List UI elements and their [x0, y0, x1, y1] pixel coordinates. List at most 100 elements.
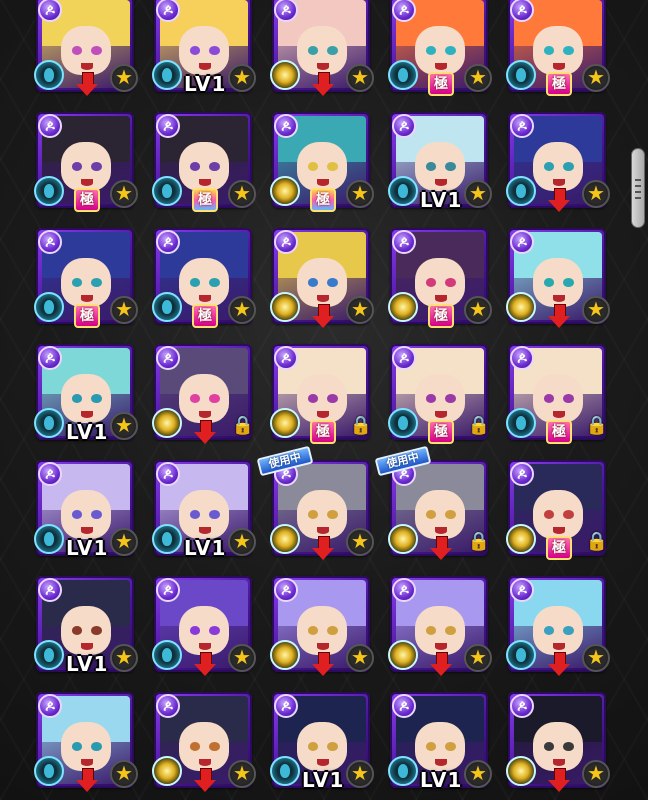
gauge-icon	[152, 176, 182, 206]
character-card[interactable]: ዾ ★	[152, 576, 256, 676]
flame-icon	[44, 68, 54, 82]
portrait-mouth	[80, 179, 94, 186]
character-card[interactable]: ዾ ★	[270, 576, 374, 676]
star-icon: ★	[464, 644, 492, 672]
character-card[interactable]: ዾ LV1 ★	[388, 692, 492, 792]
character-card[interactable]: ዾ ★	[152, 692, 256, 792]
star-icon: ★	[228, 180, 256, 208]
element-icon: ዾ	[38, 230, 62, 254]
down-arrow-icon	[194, 768, 216, 794]
flame-icon	[398, 416, 408, 430]
portrait-eye	[209, 625, 220, 635]
character-card[interactable]: ዾ LV1 ★	[152, 0, 256, 96]
portrait-mouth	[552, 759, 566, 766]
star-icon: ★	[582, 644, 610, 672]
character-card[interactable]: ዾ 極 ★	[270, 112, 374, 212]
flame-icon	[44, 416, 54, 430]
character-card[interactable]: ዾ 極 ★	[388, 0, 492, 96]
element-icon: ዾ	[392, 230, 416, 254]
character-card[interactable]: ዾ 🔒 使用中	[374, 445, 490, 560]
portrait-mouth	[198, 759, 212, 766]
scrollbar-thumb[interactable]	[631, 148, 645, 228]
flame-icon	[44, 184, 54, 198]
portrait-mouth	[434, 411, 448, 418]
gauge-icon	[152, 60, 182, 90]
character-card[interactable]: ዾ 🔒	[152, 344, 254, 444]
character-card[interactable]: ዾ 極 ★	[34, 112, 138, 212]
portrait-eye	[543, 393, 555, 403]
portrait-mouth	[80, 411, 94, 418]
flame-icon	[516, 184, 526, 198]
down-arrow-icon	[312, 536, 334, 562]
portrait-eye	[425, 277, 437, 287]
kiwame-badge: 極	[428, 72, 454, 96]
down-arrow-icon	[76, 72, 98, 98]
character-card[interactable]: ዾ ★	[506, 228, 610, 328]
character-card[interactable]: ዾ ★	[388, 576, 492, 676]
down-arrow-icon	[430, 536, 452, 562]
scrollbar[interactable]	[630, 0, 648, 800]
gauge-icon	[270, 756, 300, 786]
portrait-eye	[91, 393, 102, 403]
element-icon: ዾ	[392, 114, 416, 138]
character-card[interactable]: ዾ ★	[34, 692, 138, 792]
portrait-eye	[327, 741, 338, 751]
lock-icon: 🔒	[467, 415, 491, 436]
level-label: LV1	[420, 188, 463, 212]
character-card[interactable]: ዾ LV1 ★	[34, 576, 138, 676]
kiwame-badge: 極	[192, 304, 218, 328]
character-card[interactable]: ዾ 極 ★	[506, 0, 610, 96]
element-icon: ዾ	[274, 114, 298, 138]
portrait-eye	[563, 161, 574, 171]
character-card[interactable]: ዾ 極 ★	[34, 228, 138, 328]
character-card[interactable]: ዾ 極 ★	[152, 228, 256, 328]
character-card[interactable]: ዾ LV1 ★	[388, 112, 492, 212]
portrait-eye	[91, 625, 102, 635]
character-card[interactable]: ዾ 極 🔒	[506, 344, 608, 444]
portrait-eye	[307, 277, 319, 287]
character-card[interactable]: ዾ 極 🔒	[388, 344, 490, 444]
kiwame-badge: 極	[192, 188, 218, 212]
kiwame-badge: 極	[428, 304, 454, 328]
flame-icon	[398, 764, 408, 778]
element-icon: ዾ	[392, 346, 416, 370]
flame-icon	[162, 532, 172, 546]
character-card[interactable]: ዾ ★	[506, 112, 610, 212]
gauge-icon	[506, 292, 536, 322]
portrait-mouth	[552, 411, 566, 418]
character-card[interactable]: ዾ 極 ★	[152, 112, 256, 212]
character-card[interactable]: ዾ 極 🔒	[270, 344, 372, 444]
portrait-eye	[425, 625, 437, 635]
portrait-eye	[91, 45, 102, 55]
level-label: LV1	[184, 72, 227, 96]
portrait-mouth	[316, 759, 330, 766]
portrait-eye	[563, 509, 574, 519]
character-card[interactable]: ዾ ★	[506, 692, 610, 792]
star-icon: ★	[582, 296, 610, 324]
portrait-eye	[327, 393, 338, 403]
character-card[interactable]: ዾ ★ 使用中	[256, 445, 374, 560]
character-card[interactable]: ዾ LV1 ★	[152, 460, 256, 560]
character-card[interactable]: ዾ ★	[506, 576, 610, 676]
portrait-mouth	[316, 643, 330, 650]
star-icon: ★	[110, 760, 138, 788]
character-card[interactable]: ዾ ★	[34, 0, 138, 96]
star-icon: ★	[110, 528, 138, 556]
character-card[interactable]: ዾ 極 🔒	[506, 460, 608, 560]
portrait-eye	[307, 393, 319, 403]
star-icon: ★	[582, 64, 610, 92]
character-card[interactable]: ዾ ★	[270, 228, 374, 328]
portrait-eye	[563, 45, 574, 55]
character-card[interactable]: ዾ 極 ★	[388, 228, 492, 328]
character-card[interactable]: ዾ LV1 ★	[270, 692, 374, 792]
portrait-eye	[563, 741, 574, 751]
portrait-eye	[189, 45, 201, 55]
portrait-mouth	[80, 63, 94, 70]
gauge-icon	[152, 756, 182, 786]
character-card[interactable]: ዾ ★	[270, 0, 374, 96]
portrait-eye	[563, 277, 574, 287]
character-card[interactable]: ዾ LV1 ★	[34, 460, 138, 560]
kiwame-badge: 極	[428, 420, 454, 444]
character-card[interactable]: ዾ LV1 ★	[34, 344, 138, 444]
portrait-eye	[445, 277, 456, 287]
